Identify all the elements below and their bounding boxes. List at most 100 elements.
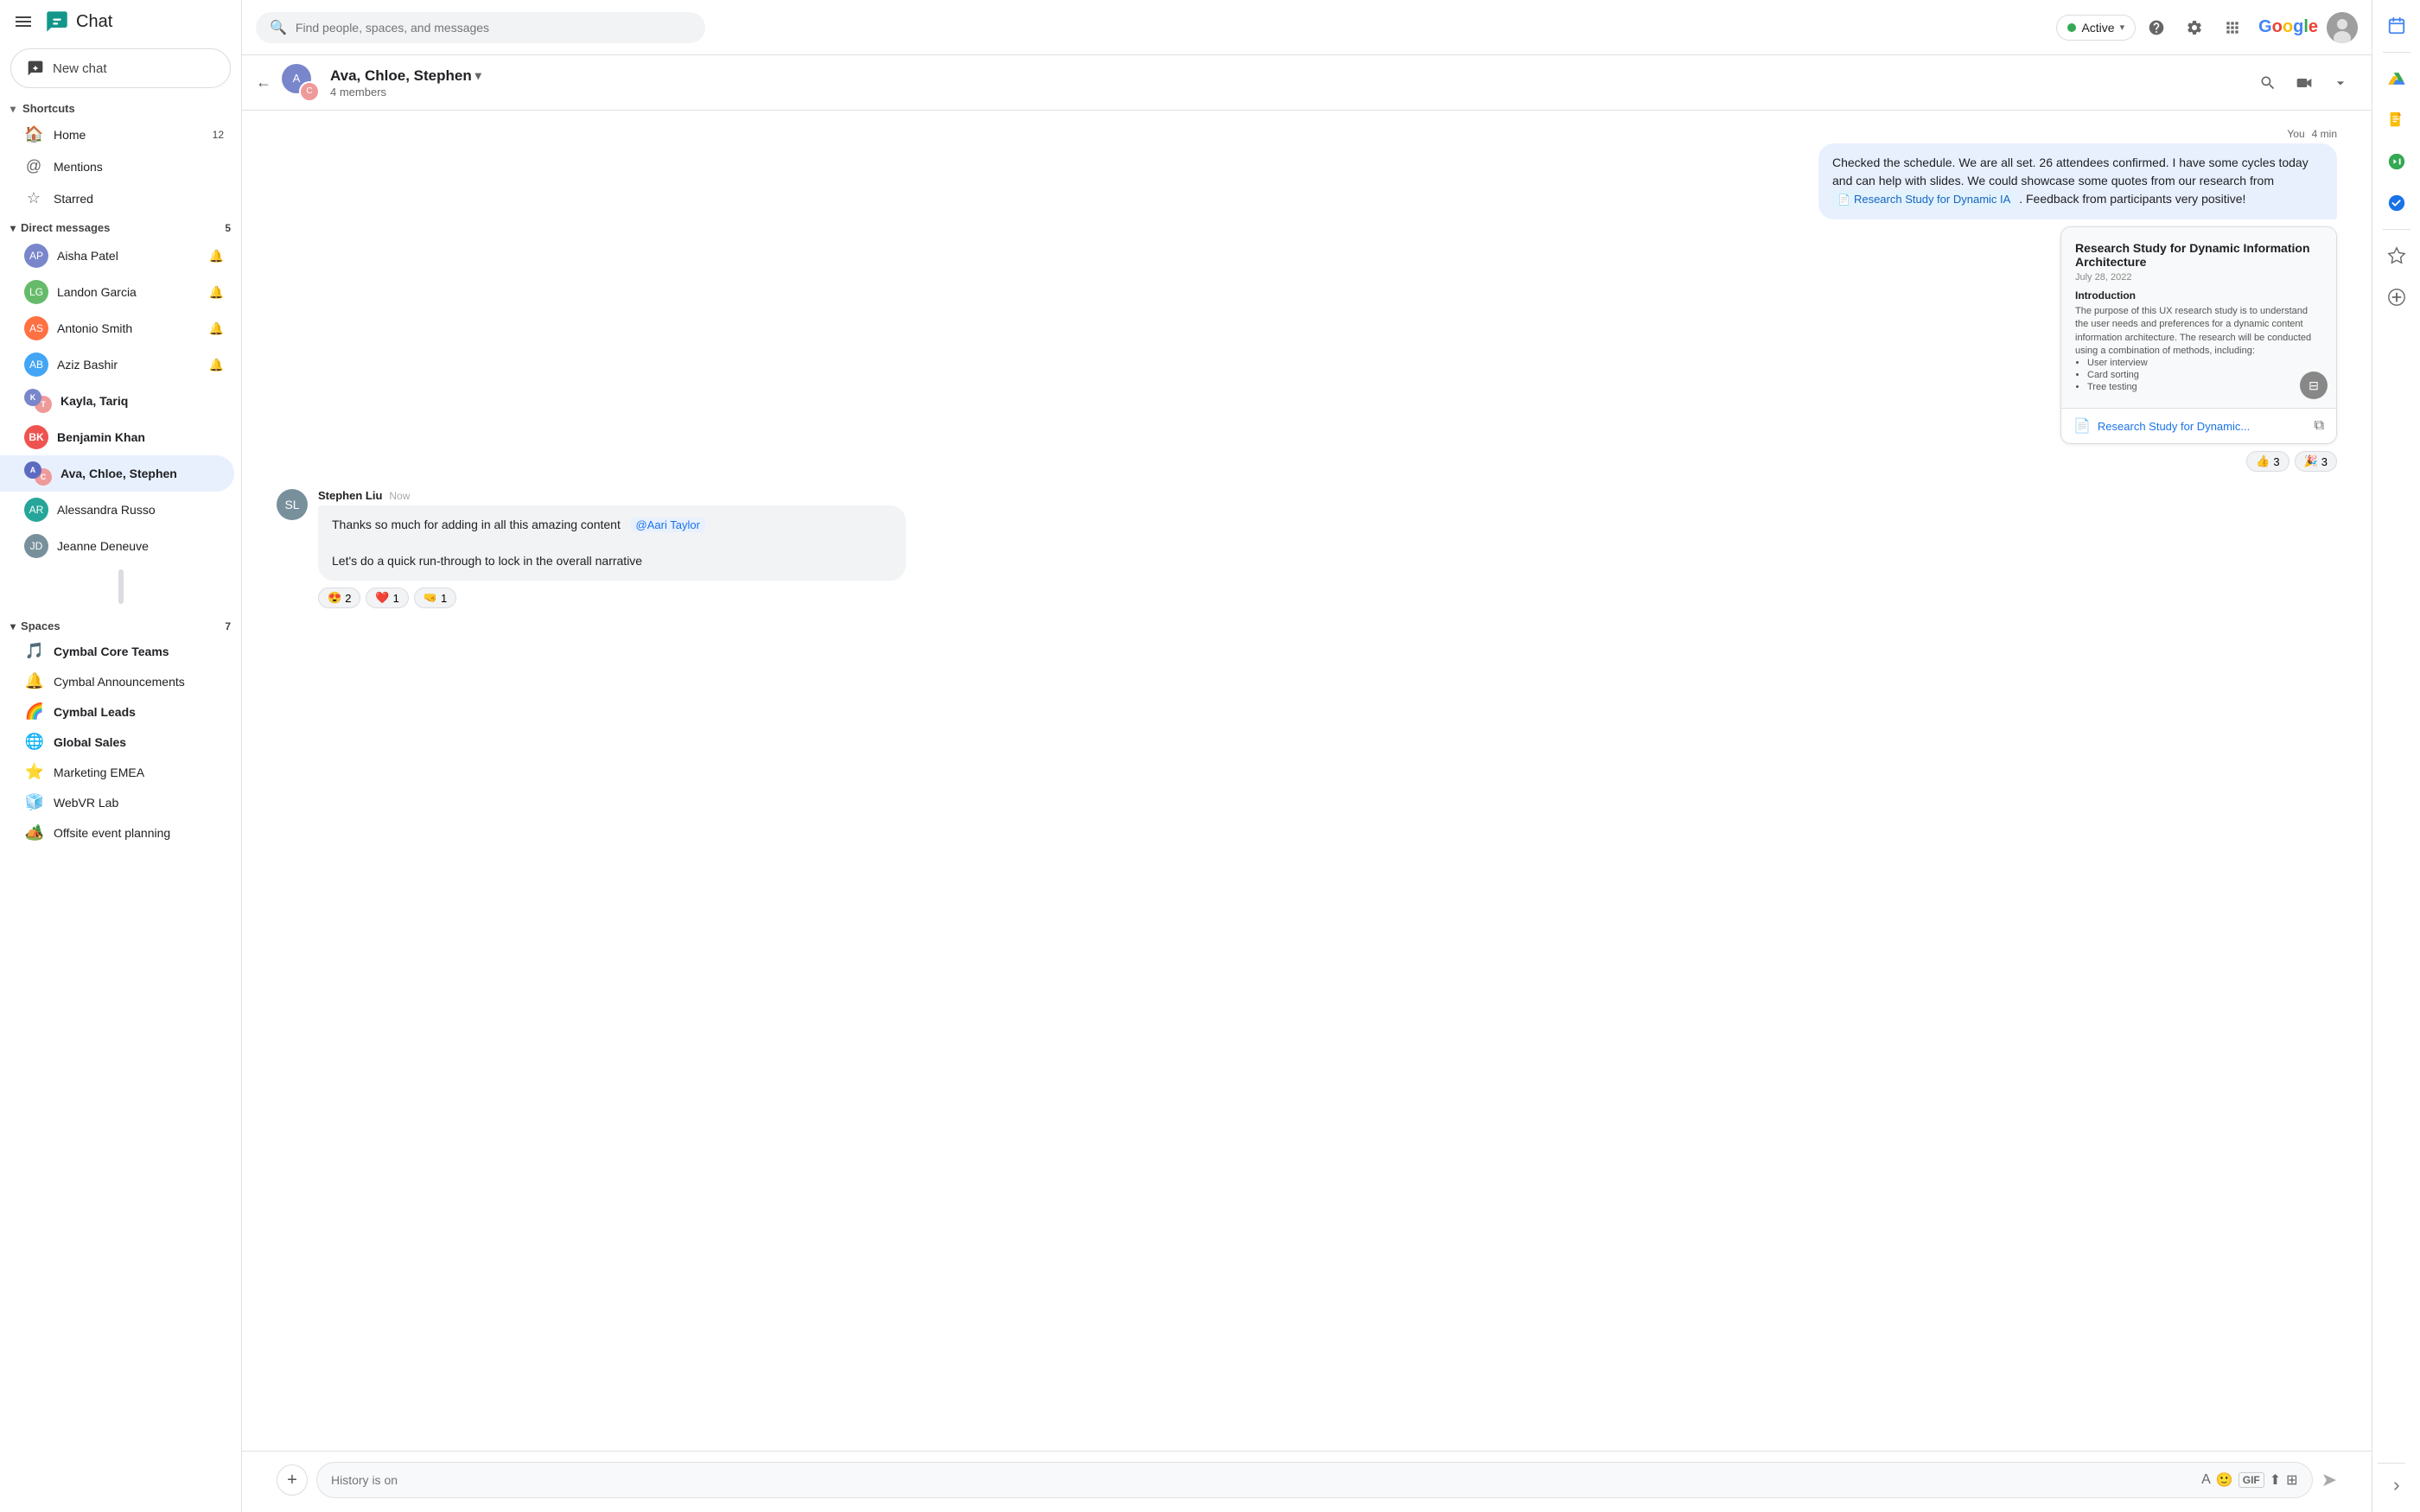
calendar-icon	[2387, 16, 2406, 35]
scrollbar[interactable]	[118, 569, 124, 604]
spaces-header[interactable]: ▾ Spaces 7	[0, 613, 241, 636]
rail-item-add[interactable]	[2378, 278, 2416, 316]
mention-aari-taylor[interactable]: @Aari Taylor	[631, 518, 705, 532]
avatar-stephen: SL	[277, 489, 308, 520]
dm-item-antonio-smith[interactable]: AS Antonio Smith 🔔	[0, 310, 234, 346]
new-chat-button[interactable]: New chat	[10, 48, 231, 88]
search-in-chat-icon	[2259, 74, 2277, 92]
back-button[interactable]: ←	[256, 73, 271, 92]
more-options-button[interactable]	[2323, 66, 2358, 100]
from-text: from	[2250, 174, 2274, 187]
doc-copy-button[interactable]: ⊟	[2300, 372, 2328, 399]
space-name-webvr-lab: WebVR Lab	[54, 796, 118, 810]
space-name-global-sales: Global Sales	[54, 735, 126, 749]
space-item-offsite-event[interactable]: 🏕️ Offsite event planning	[0, 817, 234, 848]
dm-name-benjamin: Benjamin Khan	[57, 430, 145, 444]
apps-icon	[2224, 19, 2241, 36]
emoji-button[interactable]: 🙂	[2216, 1471, 2233, 1489]
dm-item-ava-chloe-stephen[interactable]: AC Ava, Chloe, Stephen	[0, 455, 234, 492]
dm-item-aisha-patel[interactable]: AP Aisha Patel 🔔	[0, 238, 234, 274]
message-stephen: SL Stephen Liu Now Thanks so much for ad…	[277, 489, 2337, 608]
cymbal-announce-emoji: 🔔	[24, 672, 45, 690]
search-input[interactable]	[296, 21, 691, 35]
chat-body: You 4 min Checked the schedule. We are a…	[242, 111, 2372, 1451]
dm-item-aziz-bashir[interactable]: AB Aziz Bashir 🔔	[0, 346, 234, 383]
avatar-landon: LG	[24, 280, 48, 304]
search-in-chat-button[interactable]	[2251, 66, 2285, 100]
message-input-box[interactable]: A 🙂 GIF ⬆ ⊞	[316, 1462, 2313, 1498]
format-text-button[interactable]: A	[2201, 1472, 2211, 1488]
shortcuts-header[interactable]: ▾ Shortcuts	[0, 97, 241, 118]
bell-aisha: 🔔	[209, 249, 224, 264]
rail-item-starred[interactable]	[2378, 237, 2416, 275]
video-call-icon	[2296, 74, 2313, 92]
bell-landon: 🔔	[209, 285, 224, 300]
space-item-cymbal-leads[interactable]: 🌈 Cymbal Leads	[0, 696, 234, 727]
doc-footer-copy-icon[interactable]: ⧉	[2315, 418, 2324, 434]
app-title: Chat	[76, 12, 112, 32]
reaction-heart-eyes-count: 2	[345, 592, 351, 605]
meet-button[interactable]: ⊞	[2286, 1471, 2297, 1489]
user-avatar[interactable]	[2327, 12, 2358, 43]
rail-item-meet[interactable]	[2378, 143, 2416, 181]
chat-title[interactable]: Ava, Chloe, Stephen ▾	[330, 67, 2251, 85]
avatar-ava-chloe: AC	[24, 461, 52, 486]
reaction-thumbsup[interactable]: 👍 3	[2246, 451, 2289, 472]
rail-item-calendar[interactable]	[2378, 7, 2416, 45]
avatar-aisha: AP	[24, 244, 48, 268]
stephen-reactions: 😍 2 ❤️ 1 🤜 1	[318, 588, 2337, 608]
dm-item-jeanne-deneuve[interactable]: JD Jeanne Deneuve	[0, 528, 234, 564]
help-button[interactable]	[2139, 10, 2174, 45]
shortcuts-chevron: ▾	[10, 103, 16, 115]
space-item-global-sales[interactable]: 🌐 Global Sales	[0, 727, 234, 757]
upload-button[interactable]: ⬆	[2270, 1471, 2281, 1489]
rail-item-tasks[interactable]	[2378, 184, 2416, 222]
dm-name-antonio: Antonio Smith	[57, 321, 132, 335]
send-button[interactable]: ➤	[2321, 1469, 2337, 1491]
space-item-marketing-emea[interactable]: ⭐ Marketing EMEA	[0, 757, 234, 787]
sidebar-item-mentions[interactable]: @ Mentions	[0, 150, 234, 182]
sidebar-item-home[interactable]: 🏠 Home 12	[0, 118, 234, 150]
doc-card-list: User interview Card sorting Tree testing	[2075, 358, 2322, 392]
reaction-heart-emoji: ❤️	[375, 591, 389, 605]
search-bar[interactable]: 🔍	[256, 12, 705, 43]
expand-rail-icon	[2390, 1479, 2404, 1493]
new-chat-icon	[27, 60, 44, 77]
space-item-webvr-lab[interactable]: 🧊 WebVR Lab	[0, 787, 234, 817]
dm-item-kayla-tariq[interactable]: KT Kayla, Tariq	[0, 383, 234, 419]
rail-star-icon	[2387, 246, 2406, 265]
dm-section-header[interactable]: ▾ Direct messages 5	[0, 214, 241, 238]
reaction-party[interactable]: 🎉 3	[2295, 451, 2337, 472]
reaction-heart[interactable]: ❤️ 1	[366, 588, 408, 608]
rail-item-expand[interactable]	[2378, 1467, 2416, 1505]
settings-button[interactable]	[2177, 10, 2212, 45]
space-item-cymbal-announce[interactable]: 🔔 Cymbal Announcements	[0, 666, 234, 696]
reaction-fist-count: 1	[441, 592, 447, 605]
video-call-button[interactable]	[2287, 66, 2321, 100]
apps-button[interactable]	[2215, 10, 2250, 45]
hamburger-menu[interactable]	[10, 9, 36, 35]
add-attachment-button[interactable]: +	[277, 1464, 308, 1496]
space-item-cymbal-core[interactable]: 🎵 Cymbal Core Teams	[0, 636, 234, 666]
doc-chip-research[interactable]: 📄 Research Study for Dynamic IA	[1832, 190, 2016, 209]
status-pill[interactable]: Active ▾	[2056, 15, 2136, 41]
drive-icon	[2387, 69, 2406, 88]
dm-item-alessandra-russo[interactable]: AR Alessandra Russo	[0, 492, 234, 528]
mentions-icon: @	[24, 157, 43, 175]
chat-title-chevron: ▾	[475, 68, 481, 83]
space-name-cymbal-announce: Cymbal Announcements	[54, 675, 185, 689]
gif-button[interactable]: GIF	[2238, 1472, 2264, 1488]
reaction-fist[interactable]: 🤜 1	[414, 588, 456, 608]
dm-item-benjamin-khan[interactable]: BK Benjamin Khan	[0, 419, 234, 455]
reaction-heart-eyes[interactable]: 😍 2	[318, 588, 360, 608]
sidebar-item-starred[interactable]: ☆ Starred	[0, 182, 234, 214]
message-input[interactable]	[331, 1473, 2194, 1487]
main-area: 🔍 Active ▾	[242, 0, 2372, 1512]
dm-item-landon-garcia[interactable]: LG Landon Garcia 🔔	[0, 274, 234, 310]
doc-footer-name[interactable]: Research Study for Dynamic...	[2098, 420, 2308, 433]
rail-item-docs[interactable]	[2378, 101, 2416, 139]
rail-item-drive[interactable]	[2378, 60, 2416, 98]
msg-text-pre: Checked the schedule. We are all set. 26…	[1832, 156, 2309, 187]
nav-label-mentions: Mentions	[54, 160, 103, 174]
rail-divider-3	[2378, 1463, 2405, 1464]
